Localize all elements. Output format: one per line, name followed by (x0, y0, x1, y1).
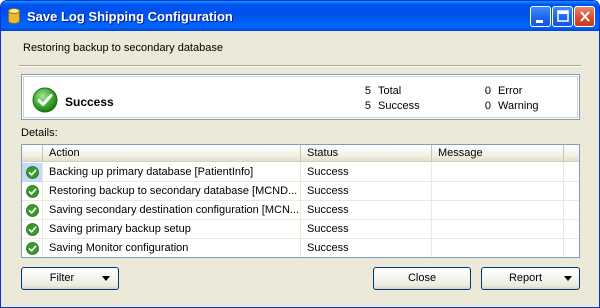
details-grid[interactable]: Action Status Message Backing up primary… (21, 144, 580, 258)
details-label: Details: (21, 127, 58, 139)
summary-panel: Success 5 Total 5 Success 0 Error 0 Warn… (21, 74, 580, 120)
row-status: Success (301, 239, 432, 257)
table-row[interactable]: Backing up primary database [PatientInfo… (22, 163, 579, 182)
header-separator (19, 65, 581, 67)
row-status: Success (301, 220, 432, 239)
green-check-icon (26, 166, 39, 179)
filter-button-label: Filter (49, 272, 75, 284)
title-bar[interactable]: Save Log Shipping Configuration (1, 1, 599, 31)
row-message (432, 163, 564, 182)
table-row[interactable]: Saving Monitor configuration Success (22, 239, 579, 257)
table-row[interactable]: Restoring backup to secondary database [… (22, 182, 579, 201)
report-button[interactable]: Report (481, 267, 580, 290)
warning-label: Warning (498, 100, 539, 112)
error-label: Error (498, 85, 523, 97)
row-action: Restoring backup to secondary database [… (43, 182, 301, 201)
report-button-label: Report (508, 272, 543, 284)
close-button-label: Close (407, 272, 437, 284)
filter-button[interactable]: Filter (21, 267, 119, 290)
chevron-down-icon (564, 276, 572, 281)
minimize-button[interactable] (530, 6, 551, 27)
row-message (432, 239, 564, 257)
green-check-icon (26, 204, 39, 217)
green-check-icon (26, 242, 39, 255)
icon-column-header[interactable] (22, 145, 43, 162)
green-check-icon (32, 87, 58, 113)
table-row[interactable]: Saving secondary destination configurati… (22, 201, 579, 220)
warning-count: 0 (484, 100, 491, 112)
row-action: Saving secondary destination configurati… (43, 201, 301, 220)
dialog-window: Save Log Shipping Configuration Restorin… (0, 0, 600, 308)
row-action: Saving Monitor configuration (43, 239, 301, 257)
total-count: 5 (364, 85, 371, 97)
error-count: 0 (484, 85, 491, 97)
close-button[interactable]: Close (373, 267, 471, 290)
database-icon (8, 8, 20, 24)
grid-header: Action Status Message (22, 145, 579, 162)
chevron-down-icon (102, 276, 110, 281)
green-check-icon (26, 185, 39, 198)
maximize-button[interactable] (552, 6, 573, 27)
row-status: Success (301, 201, 432, 220)
success-stat-label: Success (378, 100, 420, 112)
row-message (432, 182, 564, 201)
column-header-action[interactable]: Action (43, 145, 301, 162)
table-row[interactable]: Saving primary backup setup Success (22, 220, 579, 239)
close-window-button[interactable] (574, 6, 595, 27)
column-header-status[interactable]: Status (301, 145, 432, 162)
row-status: Success (301, 182, 432, 201)
window-title: Save Log Shipping Configuration (27, 9, 233, 24)
overall-status-label: Success (65, 95, 114, 109)
column-header-message[interactable]: Message (432, 145, 564, 162)
dialog-subtitle: Restoring backup to secondary database (23, 42, 223, 54)
row-action: Backing up primary database [PatientInfo… (43, 163, 301, 182)
row-status: Success (301, 163, 432, 182)
row-message (432, 220, 564, 239)
green-check-icon (26, 223, 39, 236)
row-message (432, 201, 564, 220)
total-label: Total (378, 85, 402, 97)
row-action: Saving primary backup setup (43, 220, 301, 239)
success-count: 5 (364, 100, 371, 112)
